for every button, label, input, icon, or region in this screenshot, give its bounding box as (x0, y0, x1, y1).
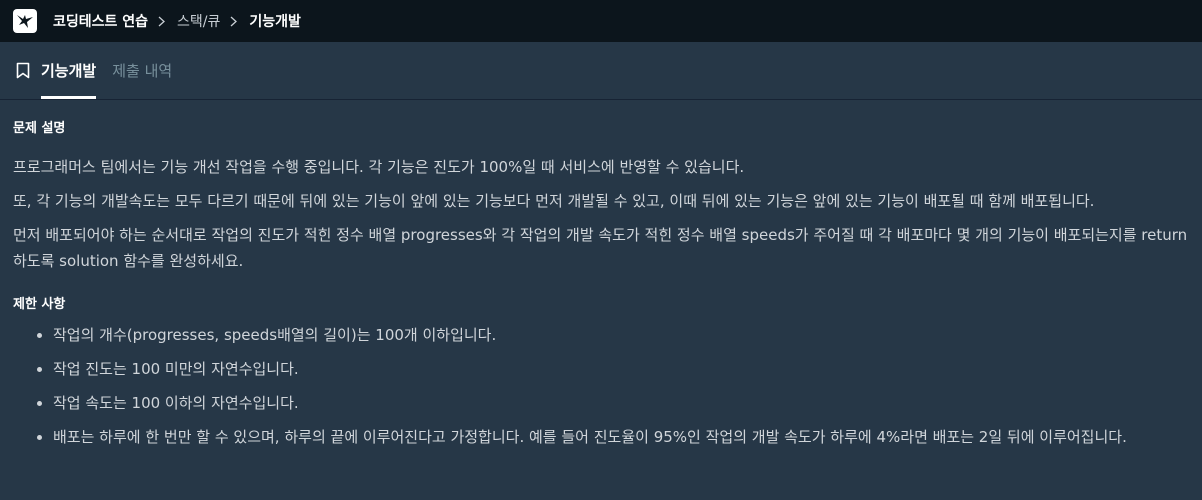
description-paragraph: 프로그래머스 팀에서는 기능 개선 작업을 수행 중입니다. 각 기능은 진도가… (13, 158, 745, 176)
top-navigation-bar: 코딩테스트 연습 스택/큐 기능개발 (0, 0, 1202, 42)
tab-problem[interactable]: 기능개발 (41, 42, 97, 99)
constraint-item: 배포는 하루에 한 번만 할 수 있으며, 하루의 끝에 이루어진다고 가정합니… (53, 424, 1189, 450)
description-heading: 문제 설명 (13, 121, 66, 136)
chevron-right-icon (158, 16, 166, 27)
problem-tab-bar: 기능개발 제출 내역 (0, 42, 1202, 100)
breadcrumb-item-coding-test[interactable]: 코딩테스트 연습 (53, 11, 148, 31)
breadcrumb-item-stack-queue[interactable]: 스택/큐 (177, 11, 220, 31)
bookmark-icon[interactable] (16, 42, 30, 99)
chevron-right-icon (230, 16, 238, 27)
programmers-logo-icon[interactable] (13, 9, 37, 33)
tab-submissions[interactable]: 제출 내역 (112, 42, 172, 99)
constraint-item: 작업 속도는 100 이하의 자연수입니다. (53, 390, 1189, 416)
constraints-list: 작업의 개수(progresses, speeds배열의 길이)는 100개 이… (13, 322, 1189, 450)
breadcrumb: 코딩테스트 연습 스택/큐 기능개발 (53, 11, 301, 31)
breadcrumb-item-current: 기능개발 (249, 14, 301, 30)
description-paragraph: 또, 각 기능의 개발속도는 모두 다르기 때문에 뒤에 있는 기능이 앞에 있… (13, 192, 1095, 210)
constraint-item: 작업 진도는 100 미만의 자연수입니다. (53, 356, 1189, 382)
problem-description: 문제 설명 프로그래머스 팀에서는 기능 개선 작업을 수행 중입니다. 각 기… (0, 100, 1202, 450)
constraint-item: 작업의 개수(progresses, speeds배열의 길이)는 100개 이… (53, 322, 1189, 348)
description-paragraph: 먼저 배포되어야 하는 순서대로 작업의 진도가 적힌 정수 배열 progre… (13, 226, 1188, 270)
constraints-heading: 제한 사항 (13, 297, 66, 312)
